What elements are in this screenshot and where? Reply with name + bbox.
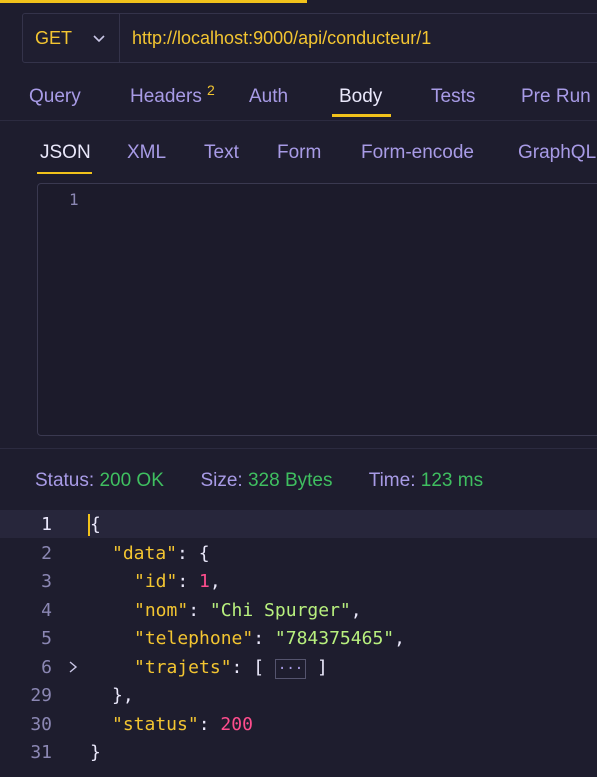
code-line: 6 "trajets": [ ··· ] [0, 653, 597, 681]
line-number: 4 [41, 600, 52, 621]
time-value: 123 ms [420, 470, 484, 491]
panel-divider[interactable] [0, 448, 597, 449]
tab-pre-run[interactable]: Pre Run [521, 86, 591, 108]
request-tabs: Query Headers 2 Auth Body Tests Pre Run [0, 80, 597, 121]
code-text: } [90, 742, 101, 763]
json-key: "nom" [134, 600, 189, 621]
status-label: Status: [35, 470, 95, 491]
json-string: "Chi Spurger" [209, 600, 351, 621]
line-number: 2 [41, 543, 52, 564]
line-number: 31 [30, 742, 52, 763]
tab-headers-label: Headers [130, 86, 202, 107]
code-line: 1 { [0, 510, 597, 538]
code-line: 30 "status": 200 [0, 710, 597, 738]
request-body-editor[interactable]: 1 [37, 183, 597, 436]
json-number: 1 [199, 571, 210, 592]
time-label: Time: [368, 470, 416, 491]
method-label: GET [35, 27, 73, 48]
request-bar: GET [22, 13, 597, 63]
chevron-down-icon [93, 35, 105, 43]
json-key: "status" [112, 714, 199, 735]
json-punct: , [394, 628, 405, 649]
body-tab-json[interactable]: JSON [40, 142, 91, 164]
tab-body[interactable]: Body [339, 86, 382, 108]
json-string: "784375465" [274, 628, 395, 649]
response-status-bar: Status: 200 OK Size: 328 Bytes Time: 123… [35, 470, 483, 492]
line-number: 1 [41, 514, 52, 535]
status-value: 200 OK [99, 470, 164, 491]
code-text: }, [112, 685, 134, 706]
json-punct: : [253, 628, 275, 649]
collapsed-array-toggle[interactable]: ··· [274, 659, 307, 679]
code-line: 5 "telephone": "784375465", [0, 624, 597, 652]
json-punct: : [198, 714, 221, 735]
body-tab-form[interactable]: Form [277, 142, 321, 164]
tab-headers[interactable]: Headers 2 [130, 82, 215, 108]
method-select[interactable]: GET [23, 14, 120, 62]
tab-auth[interactable]: Auth [249, 86, 288, 108]
body-tab-text[interactable]: Text [204, 142, 239, 164]
json-punct: , [209, 571, 221, 592]
line-number: 6 [41, 657, 52, 678]
url-input[interactable] [120, 14, 597, 62]
body-tab-graphql[interactable]: GraphQL [518, 142, 596, 164]
body-tab-form-encode[interactable]: Form-encode [361, 142, 474, 164]
active-body-tab-indicator [37, 172, 92, 174]
code-line: 29 }, [0, 681, 597, 709]
editor-line-number: 1 [69, 190, 79, 209]
code-line: 31 } [0, 738, 597, 766]
json-punct: : [ [231, 657, 275, 678]
size-value: 328 Bytes [247, 470, 333, 491]
tab-query[interactable]: Query [29, 86, 81, 108]
json-key: "telephone" [134, 628, 254, 649]
line-number: 30 [30, 714, 52, 735]
json-punct: ] [306, 657, 328, 678]
json-punct: : [177, 571, 200, 592]
line-number: 29 [30, 685, 52, 706]
json-number: 200 [220, 714, 253, 735]
headers-count-badge: 2 [207, 82, 215, 98]
active-tab-indicator [332, 114, 391, 117]
code-line: 3 "id": 1, [0, 567, 597, 595]
json-key: "trajets" [134, 657, 232, 678]
size-label: Size: [200, 470, 243, 491]
code-text: { [90, 514, 101, 535]
loading-progress-bar [0, 0, 307, 3]
line-number: 3 [41, 571, 52, 592]
line-number: 5 [41, 628, 52, 649]
json-punct: : { [177, 543, 210, 564]
body-type-tabs: JSON XML Text Form Form-encode GraphQL [0, 135, 597, 175]
code-line: 2 "data": { [0, 539, 597, 567]
response-viewer[interactable]: 1 { 2 "data": { 3 "id": 1, 4 "nom": "Chi… [0, 508, 597, 777]
code-line: 4 "nom": "Chi Spurger", [0, 596, 597, 624]
json-key: "id" [134, 571, 178, 592]
json-key: "data" [112, 543, 178, 564]
json-punct: , [350, 600, 362, 621]
json-punct: : [188, 600, 210, 621]
chevron-right-icon[interactable] [67, 660, 79, 674]
body-tab-xml[interactable]: XML [127, 142, 166, 164]
tab-tests[interactable]: Tests [431, 86, 475, 108]
